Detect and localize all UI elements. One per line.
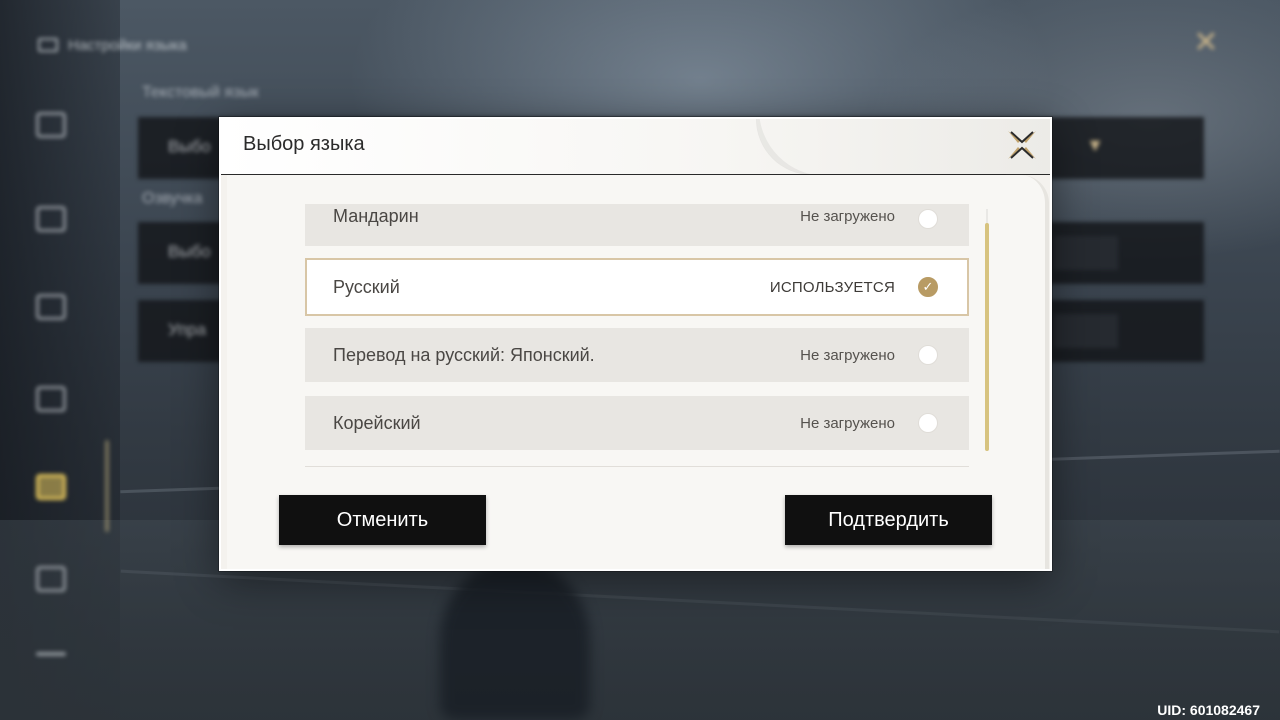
- setting-row-label: Выбо: [168, 242, 211, 261]
- player-uid: UID: 601082467: [1157, 702, 1260, 718]
- sidebar-more-icon[interactable]: [36, 652, 66, 656]
- dialog-header: Выбор языка: [221, 119, 1050, 175]
- sidebar-scrollbar[interactable]: [105, 440, 109, 532]
- sidebar-audio-icon[interactable]: [36, 112, 66, 138]
- settings-header: Настройки языка: [38, 34, 187, 56]
- section-text-language: Текстовый язык: [142, 84, 259, 101]
- chevron-down-icon: ▼: [1086, 135, 1104, 155]
- confirm-button[interactable]: Подтвердить: [785, 495, 992, 545]
- setting-row-selector: [1054, 236, 1118, 270]
- language-name: Корейский: [333, 412, 421, 433]
- check-icon[interactable]: ✓: [918, 277, 938, 297]
- language-settings-icon: [38, 38, 58, 52]
- sidebar-controller-icon[interactable]: [36, 386, 66, 412]
- radio-button[interactable]: [918, 413, 938, 433]
- cancel-button[interactable]: Отменить: [279, 495, 486, 545]
- language-option-selected[interactable]: Русский ИСПОЛЬЗУЕТСЯ ✓: [305, 258, 969, 316]
- language-option[interactable]: Корейский Не загружено: [305, 396, 969, 450]
- list-scroll-thumb[interactable]: [985, 223, 989, 451]
- language-option[interactable]: Мандарин Не загружено: [305, 204, 969, 246]
- radio-button[interactable]: [918, 345, 938, 365]
- sidebar-graphics-icon[interactable]: [36, 206, 66, 232]
- language-name: Русский: [333, 276, 400, 297]
- language-name: Перевод на русский: Японский.: [333, 344, 595, 365]
- settings-close-icon[interactable]: ✕: [1190, 27, 1222, 59]
- setting-row-label: Упра: [168, 320, 207, 339]
- language-option[interactable]: Перевод на русский: Японский. Не загруже…: [305, 328, 969, 382]
- list-divider: [305, 466, 969, 467]
- close-x-icon[interactable]: [1005, 128, 1039, 162]
- setting-row-selector: [1054, 314, 1118, 348]
- setting-row-label: Выбо: [168, 137, 211, 156]
- settings-header-title: Настройки языка: [68, 36, 187, 54]
- sidebar-other-icon[interactable]: [36, 566, 66, 592]
- radio-button[interactable]: [918, 209, 938, 229]
- language-status: ИСПОЛЬЗУЕТСЯ: [769, 278, 895, 296]
- language-name: Мандарин: [333, 206, 419, 226]
- sidebar-language-icon[interactable]: [36, 474, 66, 500]
- language-status: Не загружено: [800, 208, 895, 225]
- dialog-title: Выбор языка: [243, 133, 365, 155]
- language-status: Не загружено: [800, 346, 895, 364]
- section-voice-language: Озвучка: [142, 190, 203, 207]
- language-select-dialog: Выбор языка Мандарин Не загружено Русски…: [219, 117, 1052, 571]
- sidebar-display-icon[interactable]: [36, 294, 66, 320]
- header-decoration: [756, 119, 1006, 175]
- language-list: Мандарин Не загружено Русский ИСПОЛЬЗУЕТ…: [305, 204, 969, 451]
- language-status: Не загружено: [800, 414, 895, 432]
